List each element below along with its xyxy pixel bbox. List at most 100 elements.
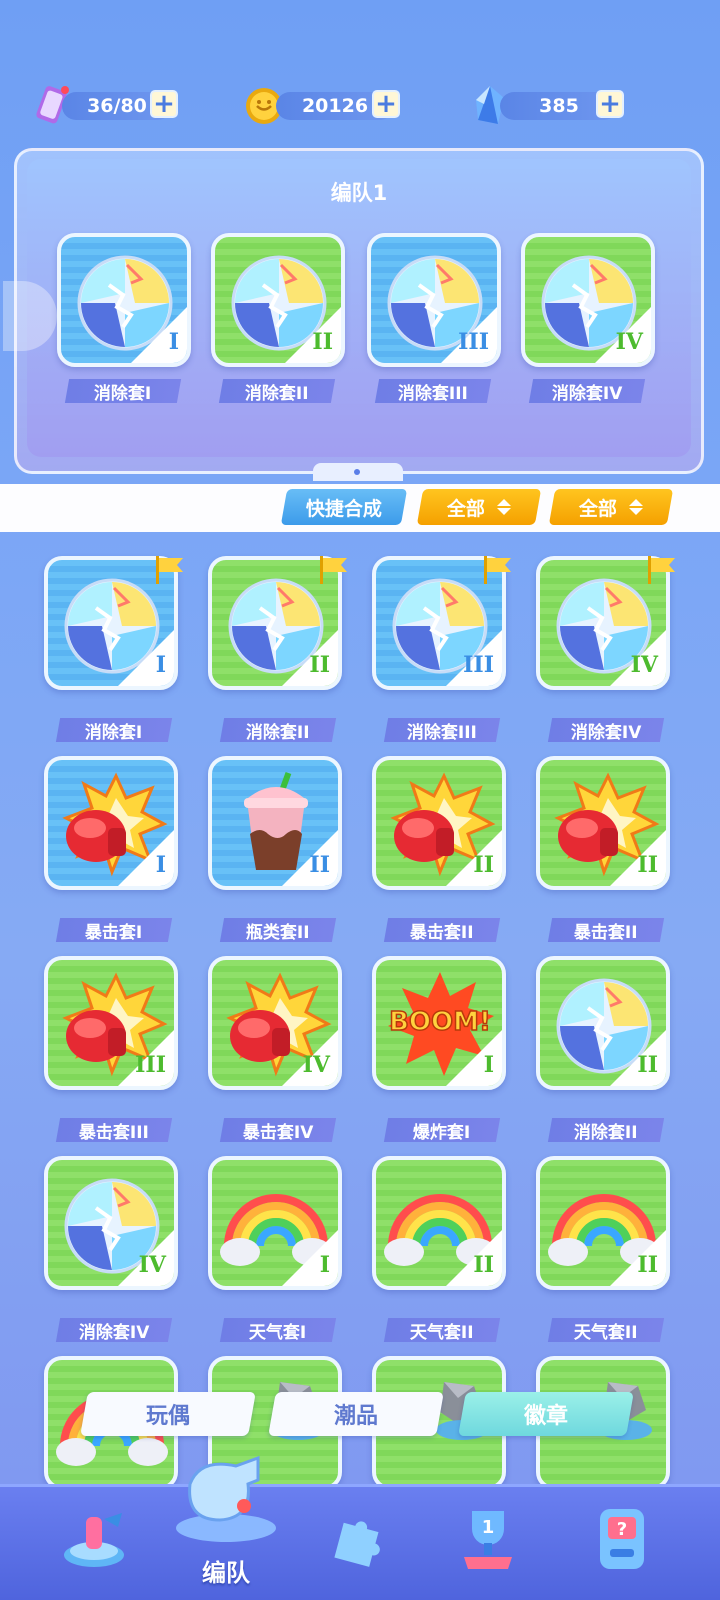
- add-stamina-button[interactable]: +: [150, 90, 178, 118]
- card-corner: [444, 1028, 502, 1086]
- badge-card[interactable]: I: [208, 1156, 342, 1290]
- tab-trends[interactable]: 潮品: [268, 1392, 444, 1436]
- tier-numeral: I: [483, 1052, 494, 1078]
- tier-numeral: II: [637, 852, 658, 878]
- badge-card[interactable]: III: [44, 956, 178, 1090]
- nav-stage[interactable]: [54, 1499, 134, 1579]
- badge-card[interactable]: III: [367, 233, 501, 367]
- nav-team[interactable]: 编队: [160, 1444, 292, 1600]
- filter-2-label: 全部: [578, 497, 617, 520]
- badge-label-text: 暴击套II: [410, 922, 474, 943]
- tier-numeral: II: [637, 1252, 658, 1278]
- tier-numeral: IV: [138, 1252, 166, 1278]
- badge-label-text: 消除套I: [94, 383, 152, 404]
- badge-card[interactable]: II: [208, 756, 342, 890]
- tier-numeral: IV: [615, 329, 643, 355]
- badge-label: 消除套III: [383, 718, 501, 743]
- badge-label-text: 瓶类套II: [246, 922, 310, 943]
- badge-label-text: 天气套II: [574, 1322, 638, 1343]
- badge-label: 天气套II: [383, 1318, 501, 1343]
- badge-label: 消除套IV: [547, 718, 665, 743]
- mystery-machine-icon: ?: [600, 1509, 644, 1569]
- badge-label: 消除套I: [64, 379, 182, 404]
- badge-label: 暴击套III: [55, 1118, 173, 1143]
- card-corner: [116, 828, 174, 886]
- badge-label-text: 消除套I: [85, 722, 143, 743]
- nav-puzzle[interactable]: [318, 1499, 398, 1579]
- badge-label: 消除套I: [55, 718, 173, 743]
- badge-label-text: 消除套IV: [551, 383, 623, 404]
- badge-card[interactable]: I: [44, 756, 178, 890]
- badge-label-text: 消除套IV: [570, 722, 642, 743]
- badge-card[interactable]: II: [536, 1156, 670, 1290]
- tier-numeral: II: [637, 1052, 658, 1078]
- tier-numeral: I: [155, 852, 166, 878]
- badge-label-text: 消除套II: [245, 383, 309, 404]
- tier-numeral: I: [168, 329, 179, 355]
- quick-merge-button[interactable]: 快捷合成: [280, 489, 408, 525]
- tier-numeral: I: [319, 1252, 330, 1278]
- add-gems-button[interactable]: +: [596, 90, 624, 118]
- add-coins-button[interactable]: +: [372, 90, 400, 118]
- badge-label: 天气套I: [219, 1318, 337, 1343]
- tier-numeral: IV: [630, 652, 658, 678]
- sort-arrows-icon: [629, 499, 643, 515]
- category-tabs: 玩偶 潮品 徽章: [0, 1392, 720, 1436]
- trophy-icon: 1: [464, 1511, 512, 1569]
- badge-label: 暴击套II: [547, 918, 665, 943]
- badge-label: 暴击套IV: [219, 1118, 337, 1143]
- badge-label-text: 天气套I: [249, 1322, 307, 1343]
- stamina-value: 36/80: [87, 95, 147, 117]
- badge-label-text: 天气套II: [410, 1322, 474, 1343]
- tier-numeral: III: [135, 1052, 166, 1078]
- equipped-flag-icon: [156, 556, 183, 584]
- badge-label-text: 爆炸套I: [413, 1122, 471, 1143]
- stamina-counter: 36/80 +: [62, 90, 178, 120]
- badge-label-text: 消除套III: [407, 722, 477, 743]
- tab-dolls-label: 玩偶: [145, 1404, 190, 1429]
- badge-card[interactable]: II: [536, 756, 670, 890]
- gem-value: 385: [539, 95, 579, 117]
- nav-mystery[interactable]: ?: [582, 1499, 662, 1579]
- filter-dropdown-1[interactable]: 全部: [416, 489, 542, 525]
- team-panel: 编队1 I 消除套I II 消除套II III 消除套III IV 消除套IV: [3, 148, 704, 481]
- badge-card[interactable]: II: [372, 1156, 506, 1290]
- page-indicator: [313, 463, 403, 481]
- sort-arrows-icon: [497, 499, 511, 515]
- badge-label: 天气套II: [547, 1318, 665, 1343]
- badge-card[interactable]: IV: [521, 233, 655, 367]
- tier-numeral: I: [155, 652, 166, 678]
- badge-label: 消除套III: [374, 379, 492, 404]
- nav-trophy[interactable]: 1: [448, 1499, 528, 1579]
- coin-value: 20126: [301, 95, 369, 117]
- badge-label: 瓶类套II: [219, 918, 337, 943]
- badge-label: 消除套IV: [55, 1318, 173, 1343]
- badge-card[interactable]: IV: [208, 956, 342, 1090]
- svg-text:?: ?: [617, 1519, 627, 1540]
- badge-card[interactable]: I: [57, 233, 191, 367]
- whistle-icon: [176, 1455, 276, 1542]
- badge-label: 暴击套I: [55, 918, 173, 943]
- badge-card[interactable]: II: [211, 233, 345, 367]
- page-dot: [354, 469, 360, 475]
- tab-trends-label: 潮品: [333, 1404, 378, 1429]
- quick-merge-label: 快捷合成: [305, 497, 382, 520]
- team-title: 编队1: [330, 181, 388, 205]
- badge-label-text: 消除套IV: [78, 1322, 150, 1343]
- badge-label: 消除套II: [547, 1118, 665, 1143]
- badge-label: 消除套IV: [528, 379, 646, 404]
- card-corner: [116, 628, 174, 686]
- equipped-flag-icon: [648, 556, 675, 584]
- badge-card[interactable]: II: [372, 756, 506, 890]
- nav-team-label: 编队: [202, 1559, 250, 1587]
- badge-card[interactable]: BOOM! I: [372, 956, 506, 1090]
- coin-counter: 20126 +: [276, 90, 400, 120]
- tab-badges[interactable]: 徽章: [458, 1392, 634, 1436]
- badge-card[interactable]: IV: [44, 1156, 178, 1290]
- tab-dolls[interactable]: 玩偶: [80, 1392, 256, 1436]
- badge-label-text: 暴击套IV: [242, 1122, 314, 1143]
- badge-label: 暴击套II: [383, 918, 501, 943]
- badge-label-text: 消除套III: [398, 383, 468, 404]
- filter-dropdown-2[interactable]: 全部: [548, 489, 674, 525]
- badge-card[interactable]: II: [536, 956, 670, 1090]
